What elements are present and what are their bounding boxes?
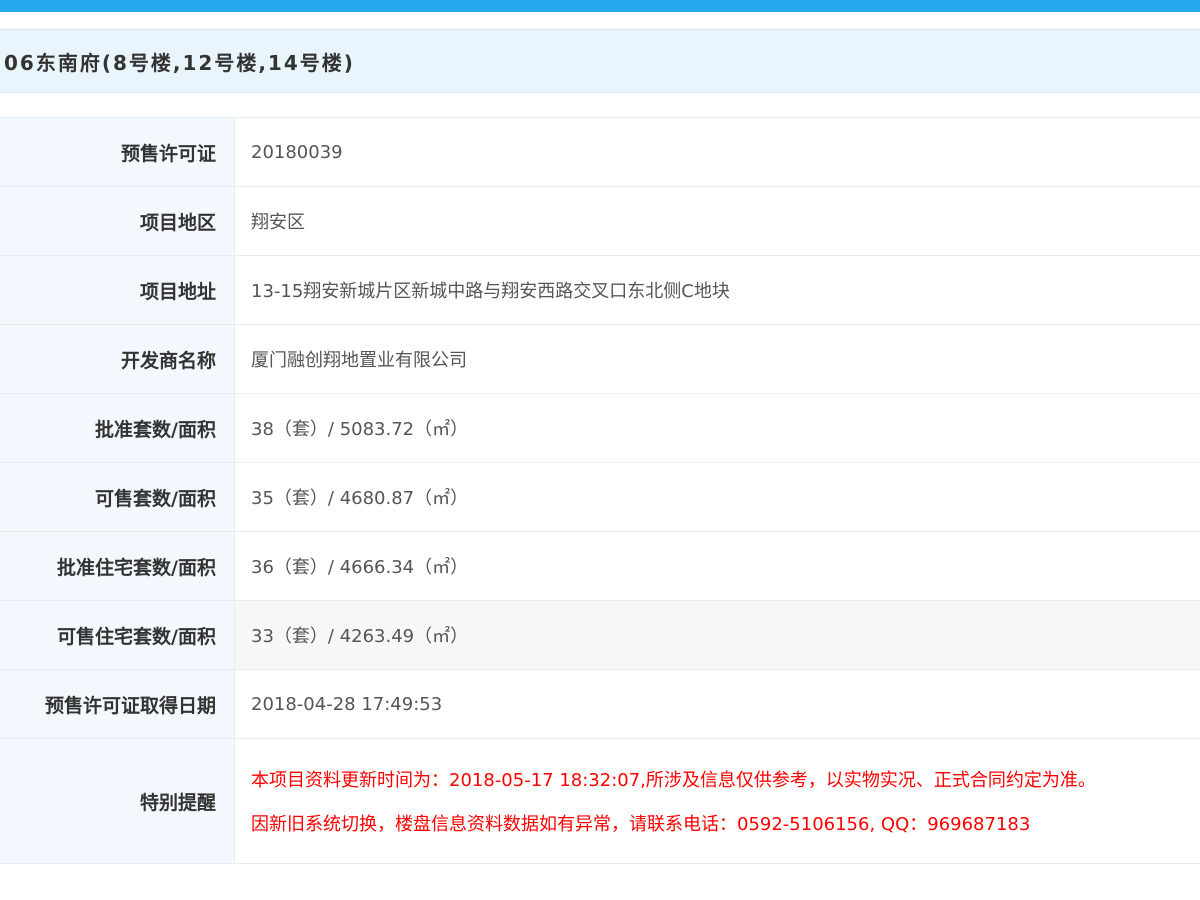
table-row-available-units-area: 可售套数/面积 35（套）/ 4680.87（㎡） [0, 463, 1200, 532]
row-value: 厦门融创翔地置业有限公司 [251, 350, 467, 371]
top-accent-bar [0, 0, 1200, 12]
row-label: 批准住宅套数/面积 [0, 532, 235, 600]
table-row-presale-permit: 预售许可证 20180039 [0, 118, 1200, 187]
table-row-approved-units-area: 批准套数/面积 38（套）/ 5083.72（㎡） [0, 394, 1200, 463]
row-value: 35（套）/ 4680.87（㎡） [251, 488, 469, 509]
row-label: 可售套数/面积 [0, 463, 235, 531]
row-value: 38（套）/ 5083.72（㎡） [251, 419, 469, 440]
table-row-special-notice: 特别提醒 本项目资料更新时间为：2018-05-17 18:32:07,所涉及信… [0, 739, 1200, 864]
row-value: 36（套）/ 4666.34（㎡） [251, 557, 469, 578]
row-value: 2018-04-28 17:49:53 [251, 693, 443, 715]
row-value: 33（套）/ 4263.49（㎡） [235, 601, 1200, 669]
row-label: 特别提醒 [0, 739, 235, 863]
special-notice: 本项目资料更新时间为：2018-05-17 18:32:07,所涉及信息仅供参考… [235, 739, 1200, 863]
row-value: 20180039 [251, 141, 343, 163]
table-row-developer-name: 开发商名称 厦门融创翔地置业有限公司 [0, 325, 1200, 394]
table-row-available-residential-units-area: 可售住宅套数/面积 33（套）/ 4263.49（㎡） [0, 601, 1200, 670]
row-label: 预售许可证 [0, 118, 235, 186]
project-title-bar: 06东南府(8号楼,12号楼,14号楼) [0, 29, 1200, 93]
row-label: 项目地址 [0, 256, 235, 324]
table-row-approved-residential-units-area: 批准住宅套数/面积 36（套）/ 4666.34（㎡） [0, 532, 1200, 601]
row-label: 批准套数/面积 [0, 394, 235, 462]
row-label: 项目地区 [0, 187, 235, 255]
row-label: 可售住宅套数/面积 [0, 601, 235, 669]
table-row-permit-date: 预售许可证取得日期 2018-04-28 17:49:53 [0, 670, 1200, 739]
table-row-project-address: 项目地址 13-15翔安新城片区新城中路与翔安西路交叉口东北侧C地块 [0, 256, 1200, 325]
project-title: 06东南府(8号楼,12号楼,14号楼) [4, 50, 355, 75]
row-label: 开发商名称 [0, 325, 235, 393]
table-row-project-district: 项目地区 翔安区 [0, 187, 1200, 256]
notice-update-time: 本项目资料更新时间为：2018-05-17 18:32:07,所涉及信息仅供参考… [251, 770, 1096, 791]
row-value: 翔安区 [251, 212, 305, 233]
row-label: 预售许可证取得日期 [0, 670, 235, 738]
presale-info-table: 预售许可证 20180039 项目地区 翔安区 项目地址 13-15翔安新城片区… [0, 117, 1200, 864]
notice-contact: 因新旧系统切换，楼盘信息资料数据如有异常，请联系电话：0592-5106156,… [251, 814, 1031, 835]
row-value: 13-15翔安新城片区新城中路与翔安西路交叉口东北侧C地块 [251, 281, 730, 302]
